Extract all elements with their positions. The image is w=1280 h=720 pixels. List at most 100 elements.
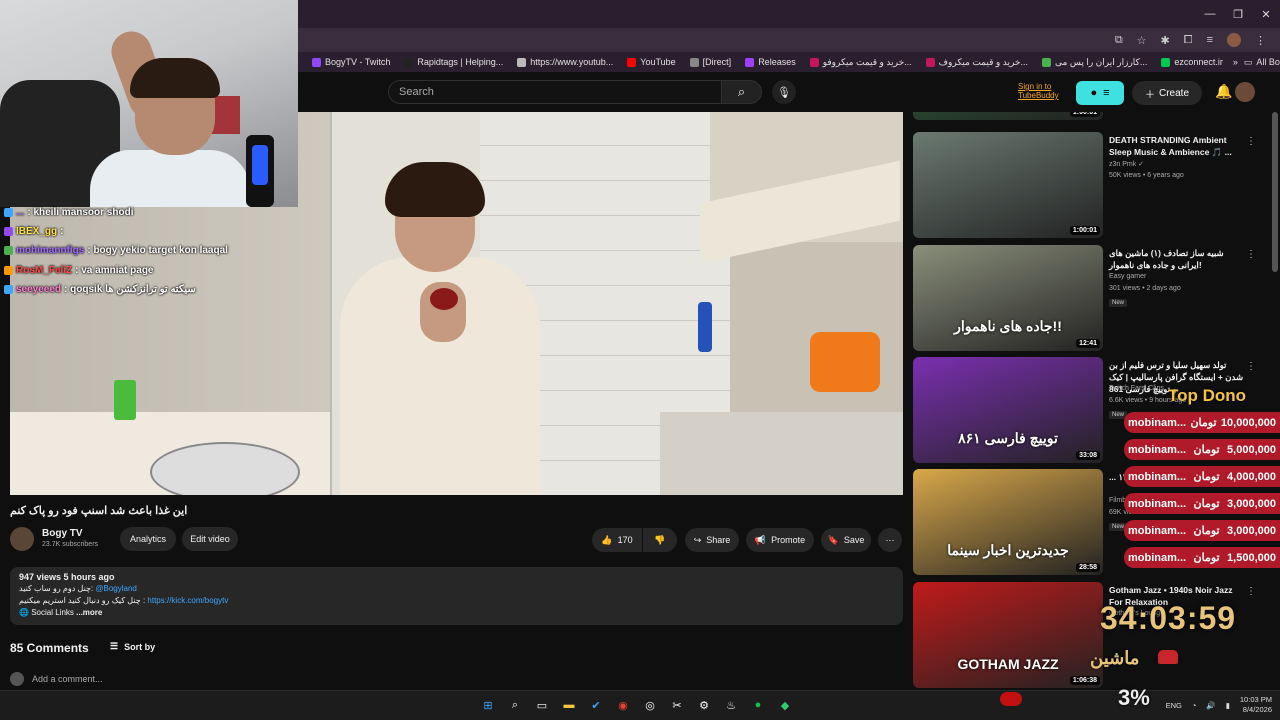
chat-text: : va amniat page <box>75 264 154 276</box>
tubebuddy-signin-link[interactable]: Sign in to TubeBuddy <box>1018 82 1059 100</box>
task-view-icon[interactable]: ▭ <box>532 695 552 715</box>
file-explorer-icon[interactable]: ▬ <box>559 695 579 715</box>
search-button[interactable]: ⌕ <box>722 80 762 104</box>
recommended-video[interactable]: 1:00:01 <box>913 112 1273 122</box>
kebab-menu-icon[interactable]: ⋮ <box>1246 249 1256 260</box>
kick-link[interactable]: https://kick.com/bogytv <box>147 596 228 605</box>
puzzle-icon[interactable]: ⧠ <box>1184 34 1193 47</box>
obs-icon[interactable]: ◎ <box>640 695 660 715</box>
channel-link[interactable]: @Bogyland <box>95 584 136 593</box>
video-thumbnail[interactable]: 1:00:01 <box>913 132 1103 238</box>
thumbs-down-icon: 👎 <box>654 534 666 545</box>
close-button[interactable]: ✕ <box>1252 0 1280 28</box>
maximize-button[interactable]: ❐ <box>1224 0 1252 28</box>
analytics-button[interactable]: Analytics <box>120 527 176 551</box>
video-thumbnail[interactable]: توییچ فارسی ۸۶۱ 33:08 <box>913 357 1103 463</box>
bookmark-item[interactable]: https://www.youtub... <box>513 57 617 67</box>
bookmark-item[interactable]: کارزار ایران را پس می... <box>1038 57 1151 68</box>
recommended-video[interactable]: جاده های ناهموار!! 12:41 شبیه ساز تصادف (۱… <box>913 245 1273 353</box>
bookmark-favicon-icon <box>404 57 414 67</box>
profile-avatar[interactable] <box>1227 33 1241 47</box>
add-comment-input[interactable]: Add a comment... <box>10 672 103 686</box>
install-icon[interactable]: ⧉ <box>1115 34 1123 47</box>
kebab-menu-icon[interactable]: ⋮ <box>1246 586 1256 597</box>
sort-icon: ☰ <box>110 641 119 651</box>
megaphone-icon: 📢 <box>754 534 767 545</box>
like-count: 170 <box>617 535 633 545</box>
voice-search-button[interactable]: 🎙 <box>772 80 796 104</box>
bookmark-item[interactable]: خرید و قیمت میکروفو... <box>806 57 916 68</box>
bookmark-item[interactable]: BogyTV - Twitch <box>308 57 394 67</box>
video-duration: 28:58 <box>1076 563 1100 572</box>
app-icon[interactable]: ◆ <box>775 695 795 715</box>
currency-unit: تومان <box>1193 471 1220 483</box>
recommended-channel[interactable]: Easy gamer <box>1109 273 1146 280</box>
more-actions-button[interactable]: ⋯ <box>878 528 902 552</box>
bookmark-item[interactable]: ezconnect.ir <box>1157 57 1227 67</box>
spotify-icon[interactable]: ● <box>748 695 768 715</box>
settings-icon[interactable]: ⚙ <box>694 695 714 715</box>
tubebuddy-button[interactable]: ● ≡ <box>1076 81 1124 105</box>
channel-name[interactable]: Bogy TV <box>42 528 83 539</box>
bookmark-item[interactable]: Rapidtags | Helping... <box>400 57 507 67</box>
more-bookmarks-button[interactable]: » <box>1233 57 1238 67</box>
capcut-icon[interactable]: ✂ <box>667 695 687 715</box>
edit-video-button[interactable]: Edit video <box>182 527 238 551</box>
video-thumbnail[interactable]: جدیدترین اخبار سینما 28:58 <box>913 469 1103 575</box>
video-thumbnail[interactable]: جاده های ناهموار!! 12:41 <box>913 245 1103 351</box>
dislike-button[interactable]: 👎 <box>643 528 677 552</box>
star-icon[interactable]: ☆ <box>1137 34 1147 47</box>
search-taskbar-icon[interactable]: ⌕ <box>505 695 525 715</box>
recommended-video[interactable]: 1:00:01 DEATH STRANDING Ambient Sleep Mus… <box>913 132 1273 240</box>
media-icon[interactable]: ≡ <box>1207 34 1213 46</box>
wifi-icon[interactable]: ◔ <box>1192 701 1197 710</box>
account-avatar[interactable] <box>1235 82 1255 102</box>
recommended-title[interactable]: DEATH STRANDING Ambient Sleep Music & Am… <box>1109 134 1244 158</box>
new-badge: New <box>1109 299 1128 307</box>
clock[interactable]: 10:03 PM 8/4/2026 <box>1240 695 1272 715</box>
language-indicator[interactable]: ENG <box>1166 701 1182 710</box>
donation-row: mobinam... تومان 5,000,000 <box>1124 439 1280 460</box>
channel-avatar[interactable] <box>10 527 34 551</box>
top-dono-title: Top Dono <box>1167 386 1247 405</box>
chrome-icon[interactable]: ◉ <box>613 695 633 715</box>
bookmark-icon: 🔖 <box>827 534 839 545</box>
chat-username: mohimannfigs <box>16 245 85 257</box>
bookmark-item[interactable]: [Direct] <box>686 57 736 67</box>
recommended-title[interactable]: شبیه ساز تصادف (۱) ماشین های ایرانی و جا… <box>1109 247 1244 271</box>
share-button[interactable]: ↪ Share <box>685 528 739 552</box>
share-icon: ↪ <box>693 534 702 545</box>
webcam-overlay <box>0 0 298 207</box>
create-button[interactable]: ＋ Create <box>1132 81 1202 105</box>
sort-by-button[interactable]: ☰ Sort by <box>110 641 155 652</box>
minimize-button[interactable]: — <box>1196 0 1224 28</box>
battery-icon[interactable]: ▮ <box>1226 701 1230 710</box>
save-button[interactable]: 🔖 Save <box>821 528 871 552</box>
bell-icon[interactable]: 🔔 <box>1215 83 1232 100</box>
bookmark-item[interactable]: خرید و قیمت میکروف... <box>922 57 1032 68</box>
kebab-menu-icon[interactable]: ⋮ <box>1246 136 1256 147</box>
video-thumbnail[interactable]: 1:00:01 <box>913 112 1103 120</box>
start-icon[interactable]: ⊞ <box>478 695 498 715</box>
like-button[interactable]: 👍 170 <box>592 528 642 552</box>
donation-row: mobinam... تومان 3,000,000 <box>1124 493 1280 514</box>
bookmark-favicon-icon <box>809 57 819 67</box>
bookmark-item[interactable]: YouTube <box>623 57 679 67</box>
search-input[interactable]: Search <box>388 80 722 104</box>
promote-button[interactable]: 📢 Promote <box>746 528 814 552</box>
tubebuddy-icon: ● <box>1090 87 1098 99</box>
steam-icon[interactable]: ♨ <box>721 695 741 715</box>
extension-icon[interactable]: ✱ <box>1161 34 1170 47</box>
all-bookmarks[interactable]: ▭ All Bookmarks <box>1244 57 1280 68</box>
show-more-link[interactable]: ...more <box>76 608 102 617</box>
menu-icon[interactable]: ⋮ <box>1255 34 1266 47</box>
scrollbar[interactable] <box>1272 112 1278 272</box>
recommended-channel[interactable]: z3n Pmk ✓ <box>1109 160 1144 168</box>
check-app-icon[interactable]: ✔ <box>586 695 606 715</box>
description-box[interactable]: 947 views 5 hours ago چنل دوم رو ساب کنی… <box>10 567 903 625</box>
donation-amount: 4,000,000 <box>1227 470 1276 483</box>
video-thumbnail[interactable]: GOTHAM JAZZ 1:06:38 <box>913 582 1103 688</box>
kebab-menu-icon[interactable]: ⋮ <box>1246 361 1256 372</box>
volume-icon[interactable]: 🔊 <box>1206 701 1215 710</box>
bookmark-item[interactable]: Releases <box>741 57 800 67</box>
